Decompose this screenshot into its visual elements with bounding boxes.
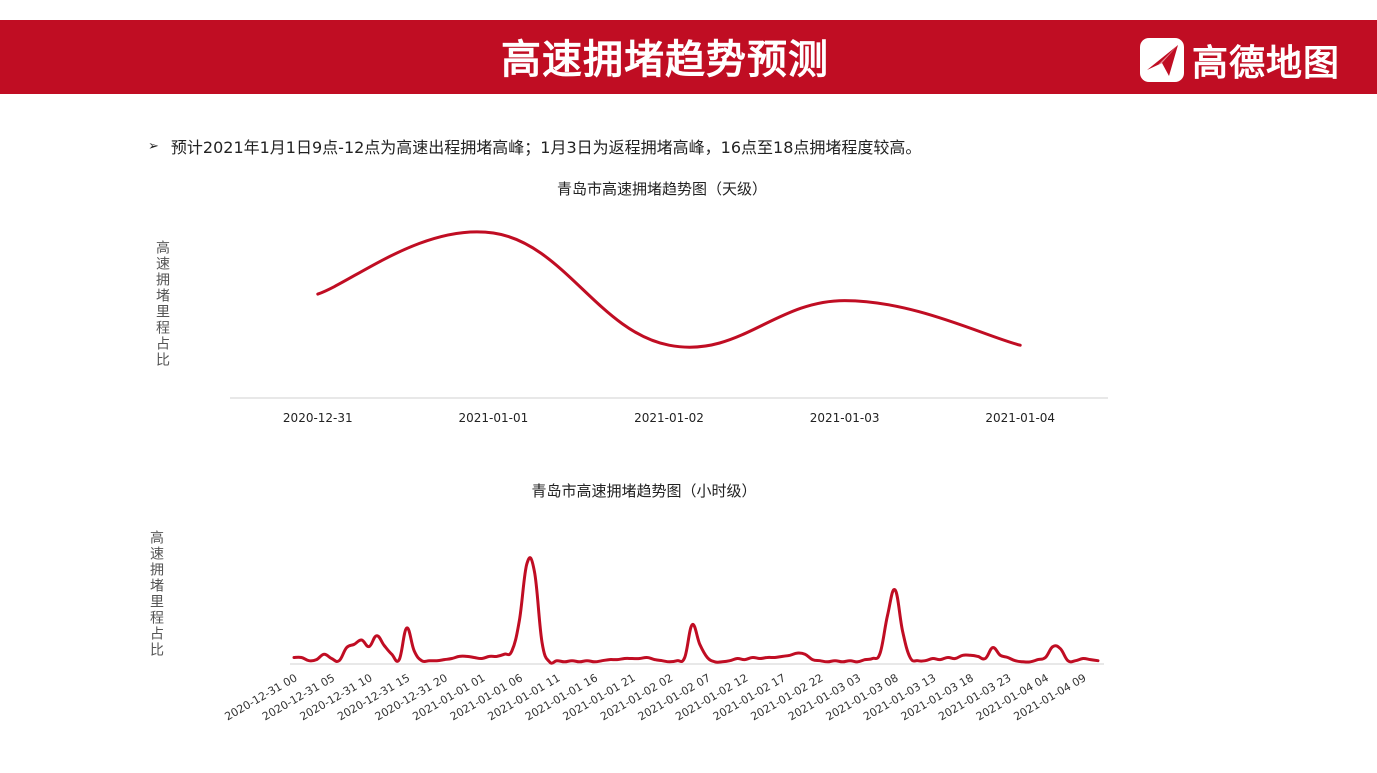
- daily-chart-ylabel: 高速拥堵里程占比: [154, 240, 170, 368]
- hourly-chart-title: 青岛市高速拥堵趋势图（小时级）: [531, 482, 757, 500]
- hourly-x-tick-label: 2020-12-31 05: [260, 671, 337, 723]
- hourly-x-tick-label: 2021-01-01 11: [485, 671, 562, 723]
- hourly-x-tick-label: 2021-01-03 08: [824, 671, 901, 723]
- hourly-x-tick-label: 2021-01-03 18: [899, 671, 976, 723]
- hourly-x-tick-label: 2021-01-03 03: [786, 671, 863, 723]
- hourly-x-tick-label: 2021-01-02 22: [748, 671, 825, 723]
- hourly-x-tick-label: 2021-01-02 12: [673, 671, 750, 723]
- hourly-x-tick-label: 2021-01-03 23: [936, 671, 1013, 723]
- amap-logo-icon: [1140, 38, 1184, 82]
- daily-chart: 2020-12-31 2021-01-01 2021-01-02 2021-01-03…: [230, 230, 1108, 425]
- bullet-row: ➢ 预计2021年1月1日9点-12点为高速出程拥堵高峰；1月3日为返程拥堵高峰…: [148, 134, 921, 158]
- hourly-x-tick-label: 2020-12-31 20: [373, 671, 450, 723]
- page-title: 高速拥堵趋势预测: [501, 37, 829, 83]
- hourly-series-line: [292, 556, 1100, 665]
- hourly-x-tick-label: 2021-01-04 09: [1011, 671, 1088, 723]
- daily-series-line: [316, 230, 1022, 349]
- amap-logo: 高德地图: [1138, 35, 1340, 85]
- hourly-x-tick-label: 2021-01-01 16: [523, 671, 600, 723]
- hourly-x-tick-label: 2021-01-03 13: [861, 671, 938, 723]
- daily-x-tick-label: 2020-12-31: [283, 411, 353, 425]
- bullet-text: 预计2021年1月1日9点-12点为高速出程拥堵高峰；1月3日为返程拥堵高峰，1…: [170, 138, 922, 157]
- hourly-x-tick-label: 2021-01-01 06: [448, 671, 525, 723]
- arrow-bullet-icon: ➢: [148, 138, 159, 154]
- hourly-x-tick-label: 2020-12-31 10: [298, 671, 375, 723]
- hourly-x-tick-label: 2021-01-04 04: [974, 671, 1051, 723]
- daily-x-tick-label: 2021-01-04: [985, 411, 1055, 425]
- logo-text: 高德地图: [1192, 43, 1341, 84]
- hourly-x-tick-label: 2021-01-01 01: [410, 671, 487, 723]
- daily-x-tick-label: 2021-01-02: [634, 411, 704, 425]
- hourly-x-tick-label: 2021-01-02 07: [636, 671, 713, 723]
- daily-x-tick-label: 2021-01-03: [810, 411, 880, 425]
- hourly-chart: 2020-12-31 002020-12-31 052020-12-31 102…: [222, 556, 1104, 723]
- top-strip: [0, 0, 1377, 20]
- hourly-x-tick-label: 2021-01-01 21: [561, 671, 638, 723]
- hourly-x-tick-label: 2020-12-31 15: [335, 671, 412, 723]
- hourly-chart-ylabel: 高速拥堵里程占比: [148, 530, 164, 658]
- daily-x-tick-label: 2021-01-01: [459, 411, 529, 425]
- header-bar: 高速拥堵趋势预测 高德地图: [0, 20, 1377, 94]
- hourly-x-tick-label: 2020-12-31 00: [222, 671, 299, 723]
- hourly-x-tick-label: 2021-01-02 02: [598, 671, 675, 723]
- daily-chart-title: 青岛市高速拥堵趋势图（天级）: [556, 180, 767, 198]
- hourly-x-tick-label: 2021-01-02 17: [711, 671, 788, 723]
